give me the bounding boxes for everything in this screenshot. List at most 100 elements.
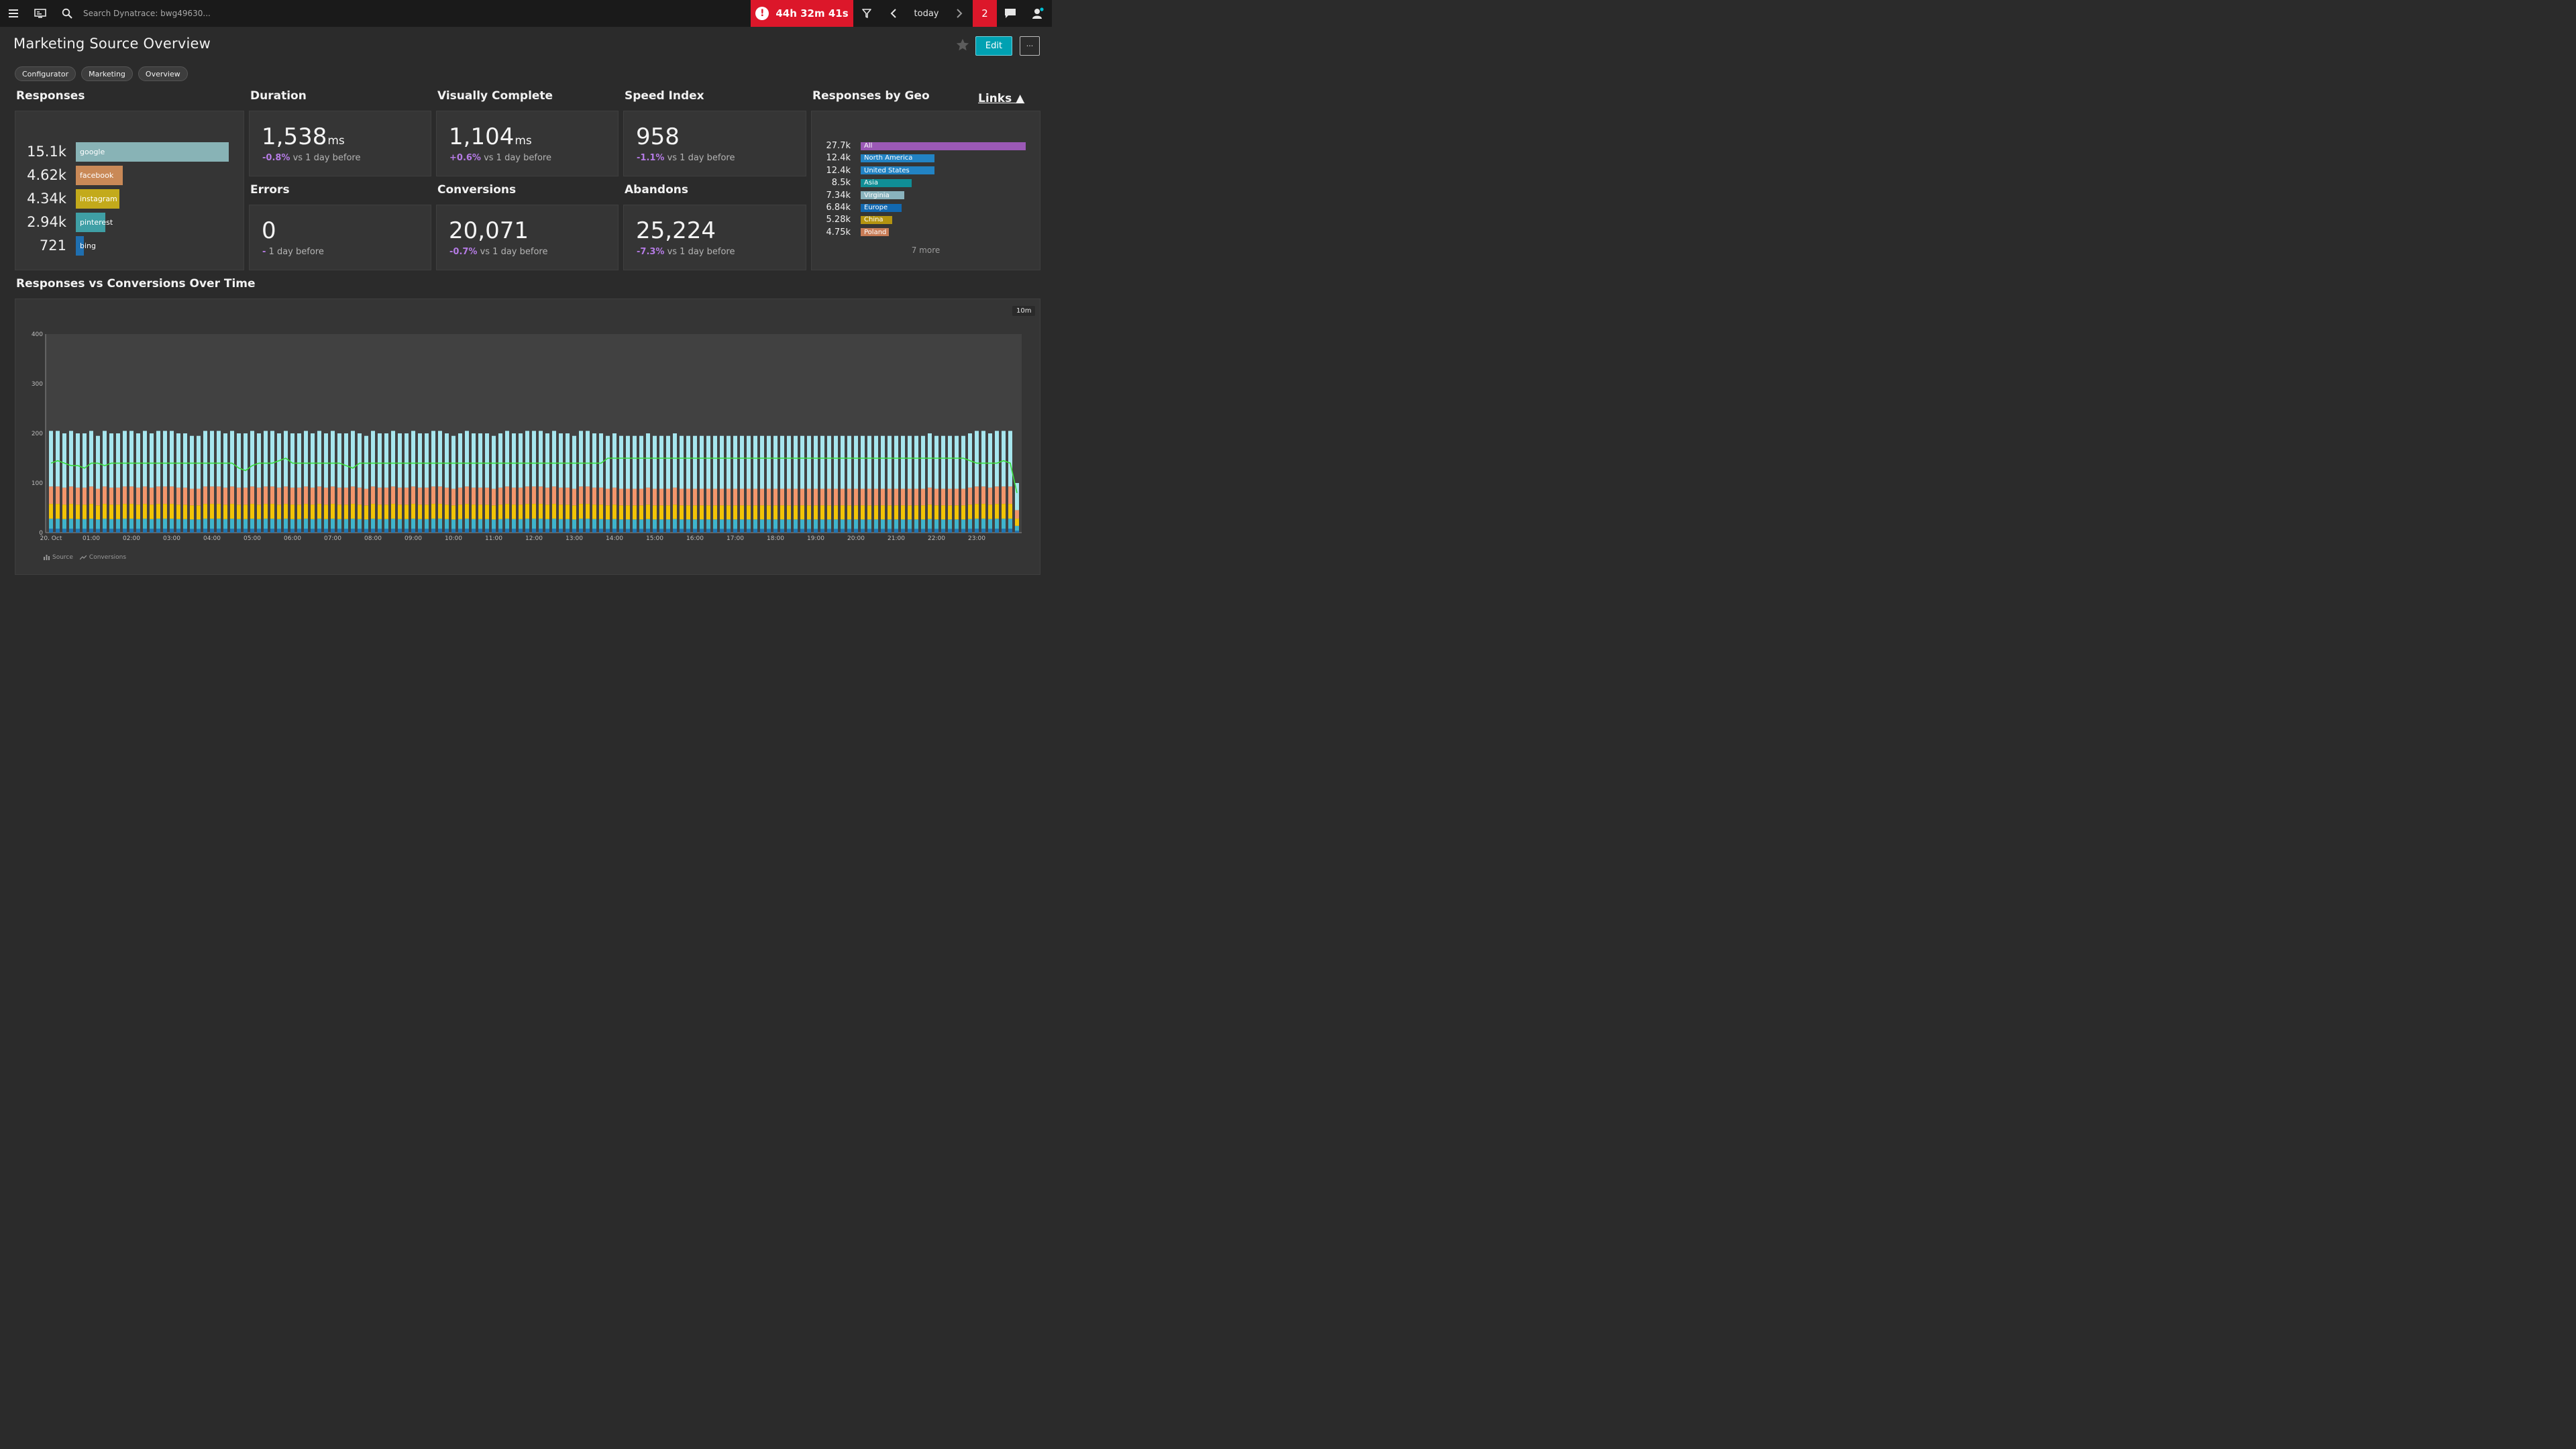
responses-row-pinterest[interactable]: 2.94k pinterest	[15, 212, 113, 232]
geo-row-virginia[interactable]: 7.34k Virginia	[812, 191, 905, 201]
responses-row-instagram[interactable]: 4.34k instagram	[15, 189, 120, 209]
chart-bar-segment-bing	[89, 529, 93, 533]
timeframe-selector[interactable]: today	[907, 9, 946, 19]
chart-bar-segment-instagram	[686, 505, 690, 520]
chart-bar-segment-facebook	[317, 486, 321, 504]
problems-timer-button[interactable]: ! 44h 32m 41s	[751, 0, 853, 27]
responses-tile[interactable]: 15.1k google 4.62k facebook 4.34k instagram 2.…	[15, 111, 244, 270]
search-bar[interactable]	[54, 0, 751, 27]
responses-bar: facebook	[76, 165, 123, 185]
chart-bar-segment-google	[532, 431, 536, 487]
tag-overview[interactable]: Overview	[138, 66, 188, 81]
legend-conversions[interactable]: Conversions	[79, 554, 126, 561]
chart-bar-segment-pinterest	[217, 519, 221, 529]
chart-bar-segment-pinterest	[566, 519, 570, 529]
chart-bar-segment-instagram	[767, 505, 771, 520]
chart-bar-segment-pinterest	[599, 519, 603, 529]
y-tick-label: 400	[32, 331, 43, 338]
chart-bar-segment-instagram	[411, 504, 415, 519]
geo-row-poland[interactable]: 4.75k Poland	[812, 227, 890, 237]
chart-bar-segment-pinterest	[552, 519, 556, 529]
problem-count-badge[interactable]: 2	[973, 0, 997, 27]
responses-row-bing[interactable]: 721 bing	[15, 235, 96, 256]
chart-bar-segment-facebook	[391, 486, 395, 504]
chart-bar-segment-bing	[62, 529, 66, 533]
geo-more-link[interactable]: 7 more	[812, 246, 1040, 255]
tag-marketing[interactable]: Marketing	[81, 66, 133, 81]
geo-row-all[interactable]: 27.7k All	[812, 141, 1026, 151]
chart-bar-segment-google	[525, 431, 529, 487]
responses-conversions-chart[interactable]: 10m 0 100 200 300 400 20. Oct 01:00 02:00 03:00 0…	[15, 299, 1040, 575]
search-input[interactable]	[82, 8, 353, 19]
chart-bar-segment-instagram	[794, 505, 798, 520]
chart-bar-segment-facebook	[143, 486, 147, 504]
chart-bar-segment-facebook	[398, 487, 402, 505]
geo-tile[interactable]: 7 more 27.7k All 12.4k North America 12.4k Un…	[811, 111, 1040, 270]
chart-bar-segment-google	[612, 433, 616, 488]
chart-bar-segment-bing	[921, 529, 925, 533]
visually-complete-tile[interactable]: 1,104ms +0.6% vs 1 day before	[436, 111, 619, 176]
responses-row-facebook[interactable]: 4.62k facebook	[15, 165, 123, 185]
chart-bar-segment-google	[519, 433, 523, 488]
chart-bar-segment-bing	[800, 529, 804, 533]
chart-bar-segment-google	[545, 433, 549, 488]
duration-tile[interactable]: 1,538ms -0.8% vs 1 day before	[249, 111, 431, 176]
user-icon[interactable]	[1024, 0, 1052, 27]
speed-index-delta: -1.1% vs 1 day before	[637, 153, 735, 163]
chart-bar-segment-pinterest	[391, 519, 395, 529]
geo-row-europe[interactable]: 6.84k Europe	[812, 203, 902, 213]
chart-bar-segment-facebook	[438, 486, 442, 504]
chart-bar-segment-instagram	[378, 504, 382, 519]
chart-bar-segment-bing	[693, 529, 697, 533]
chart-bar-segment-google	[539, 431, 543, 487]
dashboard-icon[interactable]	[27, 0, 54, 27]
chart-bar-segment-google	[109, 433, 113, 488]
chart-bar-segment-bing	[378, 529, 382, 533]
geo-row-united-states[interactable]: 12.4k United States	[812, 166, 935, 176]
filter-icon[interactable]	[853, 0, 880, 27]
menu-icon[interactable]	[0, 0, 27, 27]
conversions-tile[interactable]: 20,071 -0.7% vs 1 day before	[436, 205, 619, 270]
chart-bar-segment-google	[223, 433, 227, 488]
chevron-right-icon[interactable]	[946, 0, 973, 27]
chart-bar-segment-google	[150, 433, 154, 488]
star-icon[interactable]	[955, 38, 971, 54]
chart-bar-segment-google	[934, 435, 938, 489]
chart-bar-segment-google	[955, 435, 959, 489]
geo-row-china[interactable]: 5.28k China	[812, 215, 892, 225]
geo-row-north-america[interactable]: 12.4k North America	[812, 153, 935, 163]
chart-bar-segment-google	[874, 435, 878, 489]
bar-chart-icon	[44, 555, 50, 560]
legend-source[interactable]: Source	[44, 554, 73, 561]
chart-bar-segment-instagram	[116, 504, 120, 519]
errors-tile[interactable]: 0 - 1 day before	[249, 205, 431, 270]
chart-bar-segment-bing	[934, 529, 938, 533]
chevron-left-icon[interactable]	[880, 0, 907, 27]
chart-bar-segment-google	[981, 431, 985, 487]
chat-icon[interactable]	[997, 0, 1024, 27]
chart-bar-segment-google	[713, 435, 717, 489]
tag-configurator[interactable]: Configurator	[15, 66, 76, 81]
chart-bar-segment-bing	[881, 529, 885, 533]
chart-bar-segment-bing	[566, 529, 570, 533]
chart-bar-segment-facebook	[83, 487, 87, 505]
chart-bar-segment-instagram	[854, 505, 858, 520]
responses-row-google[interactable]: 15.1k google	[15, 142, 229, 162]
chart-bar-segment-google	[49, 431, 53, 487]
abandons-tile[interactable]: 25,224 -7.3% vs 1 day before	[623, 205, 806, 270]
chart-bar-segment-bing	[995, 529, 999, 533]
chart-bar-segment-google	[928, 433, 932, 488]
speed-index-tile[interactable]: 958 -1.1% vs 1 day before	[623, 111, 806, 176]
edit-button[interactable]: Edit	[975, 36, 1012, 56]
geo-row-asia[interactable]: 8.5k Asia	[812, 178, 912, 188]
links-toggle[interactable]: Links ▲	[978, 92, 1024, 105]
chart-bar-segment-google	[653, 435, 657, 489]
chart-bar-segment-facebook	[680, 488, 684, 506]
page-title: Marketing Source Overview	[13, 36, 211, 52]
chart-bar-segment-instagram	[176, 504, 180, 519]
chart-bar-segment-bing	[894, 529, 898, 533]
chart-bar-segment-bing	[109, 529, 113, 533]
chart-bar-segment-pinterest	[472, 519, 476, 529]
chart-bar-segment-instagram	[633, 505, 637, 520]
more-options-button[interactable]: ···	[1020, 36, 1040, 56]
